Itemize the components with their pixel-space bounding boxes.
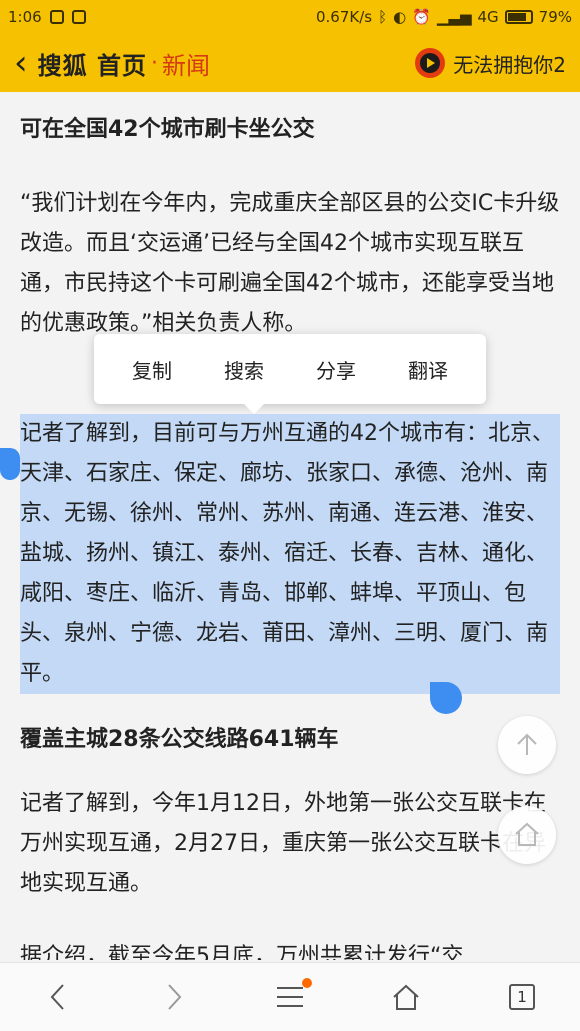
network-speed: 0.67K/s [315,8,373,26]
section-news-link[interactable]: 新闻 [162,46,210,81]
home-float-button[interactable] [498,806,556,864]
signal-icon: ▁▃▅ [436,8,472,26]
app-header: ‹ 搜狐 首页 · 新闻 无法拥抱你2 [0,34,580,92]
arrow-up-icon [517,733,537,755]
nav-menu-button[interactable] [260,972,320,1022]
copy-menu-item[interactable]: 复制 [132,355,172,384]
share-menu-item[interactable]: 分享 [316,355,356,384]
app-notification-icon [49,10,64,24]
brand-home-link[interactable]: 搜狐 首页 [38,46,147,81]
now-playing[interactable]: 无法拥抱你2 [415,48,566,78]
chevron-left-icon [50,984,64,1010]
nav-back-button[interactable] [28,972,88,1022]
alarm-icon: ⏰ [412,8,431,26]
selection-start-handle[interactable] [0,448,20,480]
chevron-right-icon [168,984,182,1010]
battery-icon [504,10,533,24]
article-subheading: 可在全国42个城市刷卡坐公交 [20,117,315,142]
home-icon [393,984,419,1010]
home-icon [515,822,539,846]
status-time: 1:06 [8,8,42,26]
message-notification-icon [71,10,86,24]
nav-tabs-button[interactable]: 1 [492,972,552,1022]
now-playing-title[interactable]: 无法拥抱你2 [453,49,566,78]
notification-dot [302,978,312,988]
scroll-to-top-button[interactable] [498,716,556,774]
battery-level: 79% [538,8,572,26]
selected-paragraph[interactable]: 记者了解到，目前可与万州互通的42个城市有：北京、天津、石家庄、保定、廊坊、张家… [20,414,560,694]
article-paragraph: 据介绍，截至今年5月底，万州共累计发行“交 [20,944,464,960]
back-chevron-icon[interactable]: ‹ [14,46,28,80]
music-play-icon[interactable] [415,48,446,78]
nav-forward-button[interactable] [144,972,204,1022]
bottom-navigation: 1 [0,962,580,1031]
status-bar: 1:06 0.67K/s ᛒ ◐ ⏰ ▁▃▅ 4G 79% [0,0,580,34]
menu-icon [277,987,303,1007]
network-type: 4G [477,8,499,26]
article-body: 可在全国42个城市刷卡坐公交 “我们计划在今年内，完成重庆全部区县的公交IC卡升… [0,92,580,960]
article-subheading: 覆盖主城28条公交线路641辆车 [20,727,339,752]
article-paragraph: “我们计划在今年内，完成重庆全部区县的公交IC卡升级改造。而且‘交运通’已经与全… [20,191,560,336]
article-paragraph: 记者了解到，今年1月12日，外地第一张公交互联卡在万州实现互通，2月27日，重庆… [20,791,546,896]
brand-separator: · [150,50,158,76]
selection-end-handle[interactable] [430,682,462,714]
tab-count-badge: 1 [509,984,535,1010]
toggle-icon: ◐ [393,8,407,26]
bluetooth-icon: ᛒ [378,8,388,26]
translate-menu-item[interactable]: 翻译 [408,355,448,384]
nav-home-button[interactable] [376,972,436,1022]
search-menu-item[interactable]: 搜索 [224,355,264,384]
text-selection-menu: 复制 搜索 分享 翻译 [94,334,486,414]
